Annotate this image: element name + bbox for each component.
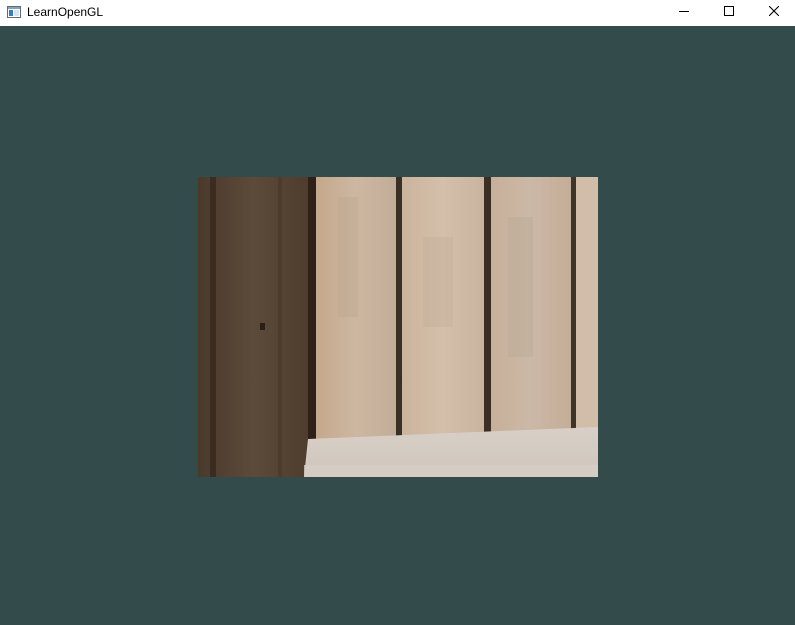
- window-app-icon: [7, 5, 21, 19]
- title-bar[interactable]: LearnOpenGL: [0, 0, 795, 26]
- close-icon: [768, 3, 780, 21]
- window-title: LearnOpenGL: [27, 5, 104, 19]
- maximize-button[interactable]: [706, 0, 752, 24]
- app-window: LearnOpenGL: [0, 0, 795, 625]
- minimize-button[interactable]: [661, 0, 707, 24]
- close-button[interactable]: [751, 0, 795, 24]
- minimize-icon: [679, 3, 689, 21]
- textured-quad: [198, 177, 598, 477]
- wood-planks-texture: [198, 177, 598, 477]
- maximize-icon: [724, 3, 734, 21]
- opengl-viewport[interactable]: [0, 26, 795, 625]
